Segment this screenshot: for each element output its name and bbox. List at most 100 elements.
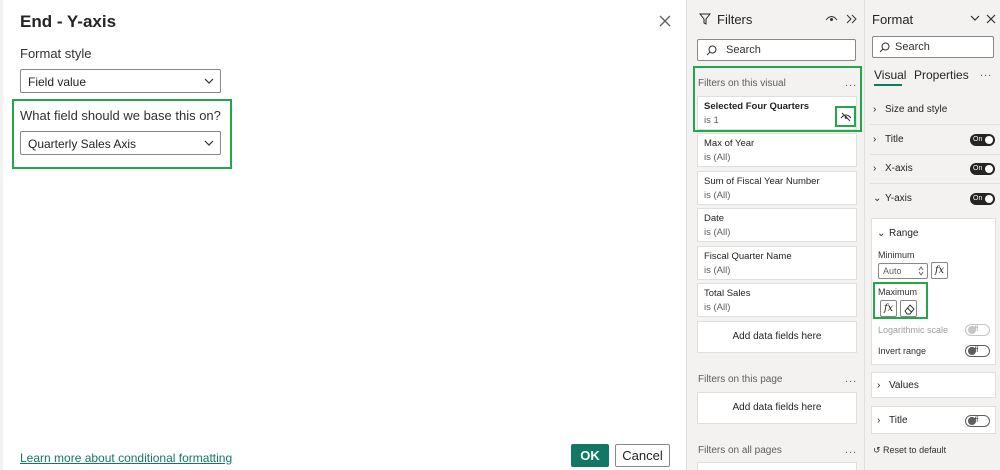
tab-visual[interactable]: Visual xyxy=(874,68,906,82)
title-sub-toggle[interactable]: Off xyxy=(965,415,990,427)
maximum-clear-button[interactable] xyxy=(900,300,917,317)
visual-filters-more-icon[interactable]: ... xyxy=(845,77,857,89)
chevron-right-icon: › xyxy=(873,163,877,174)
all-pages-add-data-fields[interactable] xyxy=(697,462,857,470)
chevron-right-icon: › xyxy=(873,134,877,145)
filter-icon xyxy=(699,13,711,25)
size-and-style-label: Size and style xyxy=(885,104,948,115)
conditional-format-dialog: End - Y-axis Format style Field value Wh… xyxy=(3,0,687,470)
chevron-down-icon xyxy=(204,78,214,84)
tab-properties[interactable]: Properties xyxy=(914,68,969,82)
y-axis-label: Y-axis xyxy=(885,193,912,204)
filter-value: is 1 xyxy=(704,115,719,126)
values-row[interactable]: › Values xyxy=(877,380,919,391)
filter-name: Selected Four Quarters xyxy=(704,101,810,112)
filter-card-max-of-year[interactable]: Max of Year is (All) xyxy=(697,133,857,167)
format-style-value: Field value xyxy=(28,75,87,89)
eye-icon[interactable] xyxy=(825,14,838,23)
eye-hidden-icon xyxy=(840,112,852,122)
log-scale-toggle[interactable]: Off xyxy=(965,324,990,336)
filter-name: Date xyxy=(704,213,725,224)
format-title: Format xyxy=(872,12,914,27)
chevron-right-icon: › xyxy=(877,380,881,391)
minimum-value: Auto xyxy=(883,266,902,276)
filter-card-sum-of-fiscal-year-number[interactable]: Sum of Fiscal Year Number is (All) xyxy=(697,171,857,205)
spinner-icon[interactable] xyxy=(918,266,924,276)
format-style-dropdown[interactable]: Field value xyxy=(20,69,221,93)
maximum-fx-button[interactable]: fx xyxy=(880,300,897,317)
format-pane: Format Search Visual Properties ... › Siz… xyxy=(866,0,1000,470)
invert-range-toggle[interactable]: Off xyxy=(965,345,990,357)
title-toggle[interactable]: On xyxy=(970,134,995,146)
chevron-right-icon: › xyxy=(877,415,881,426)
collapse-pane-icon[interactable] xyxy=(846,14,857,24)
filter-card-total-sales[interactable]: Total Sales is (All) xyxy=(697,283,857,317)
filter-value: is (All) xyxy=(704,227,731,238)
x-axis-toggle[interactable]: On xyxy=(970,163,995,175)
reset-to-default-button[interactable]: ↺ Reset to default xyxy=(873,445,946,456)
tab-visual-underline xyxy=(874,84,902,86)
filters-title: Filters xyxy=(717,12,753,27)
page-filters-more-icon[interactable]: ... xyxy=(845,373,857,385)
title-row-label: Title xyxy=(885,134,904,145)
size-and-style-row[interactable]: › Size and style xyxy=(873,104,947,115)
filters-on-all-pages-header: Filters on all pages xyxy=(698,445,782,456)
log-scale-label: Logarithmic scale xyxy=(878,325,949,335)
title-sub-row[interactable]: › Title xyxy=(877,415,908,426)
filter-name: Total Sales xyxy=(704,288,751,299)
minimum-spin-input[interactable]: Auto xyxy=(878,263,928,279)
format-more-icon[interactable]: ... xyxy=(980,67,992,79)
filter-value: is (All) xyxy=(704,265,731,276)
screen: End - Y-axis Format style Field value Wh… xyxy=(0,0,1000,470)
chevron-down-icon[interactable] xyxy=(970,15,980,22)
page-add-data-fields[interactable]: Add data fields here xyxy=(697,392,857,424)
format-search-input[interactable]: Search xyxy=(872,36,994,58)
filters-on-visual-header: Filters on this visual xyxy=(698,78,786,89)
base-field-dropdown[interactable]: Quarterly Sales Axis xyxy=(20,131,221,155)
title-sub-label: Title xyxy=(889,415,908,426)
y-axis-row[interactable]: ⌄ Y-axis xyxy=(873,193,912,204)
range-header[interactable]: ⌄ Range xyxy=(877,228,918,239)
x-axis-row[interactable]: › X-axis xyxy=(873,163,913,174)
base-field-value: Quarterly Sales Axis xyxy=(28,137,137,151)
divider xyxy=(870,154,1000,155)
format-style-label: Format style xyxy=(20,46,92,61)
chevron-down-icon xyxy=(204,140,214,146)
base-field-label: What field should we base this on? xyxy=(20,108,221,123)
filter-name: Fiscal Quarter Name xyxy=(704,251,792,262)
dialog-title: End - Y-axis xyxy=(20,12,117,31)
visual-add-data-fields[interactable]: Add data fields here xyxy=(697,321,857,353)
divider xyxy=(870,183,1000,184)
filter-value: is (All) xyxy=(704,190,731,201)
close-icon[interactable] xyxy=(657,13,673,29)
minimum-fx-button[interactable]: fx xyxy=(931,262,948,279)
x-axis-label: X-axis xyxy=(885,163,913,174)
search-icon xyxy=(879,42,890,53)
hidden-filter-highlight[interactable] xyxy=(835,106,856,127)
cancel-button[interactable]: Cancel xyxy=(615,444,670,467)
filter-card-selected-four-quarters[interactable]: Selected Four Quarters is 1 xyxy=(697,96,857,130)
eraser-icon xyxy=(903,304,915,315)
y-axis-toggle[interactable]: On xyxy=(970,193,995,205)
invert-range-label: Invert range xyxy=(878,346,927,356)
filter-card-fiscal-quarter-name[interactable]: Fiscal Quarter Name is (All) xyxy=(697,246,857,280)
title-row[interactable]: › Title xyxy=(873,134,904,145)
search-icon xyxy=(706,45,717,56)
filter-value: is (All) xyxy=(704,152,731,163)
filter-card-date[interactable]: Date is (All) xyxy=(697,208,857,242)
divider xyxy=(870,124,1000,125)
ok-button[interactable]: OK xyxy=(571,444,609,467)
learn-more-link[interactable]: Learn more about conditional formatting xyxy=(20,451,232,465)
reset-icon: ↺ xyxy=(873,445,884,455)
filters-search-input[interactable]: Search xyxy=(697,39,856,61)
chevron-down-icon: ⌄ xyxy=(873,193,882,204)
values-label: Values xyxy=(889,380,919,391)
range-label: Range xyxy=(889,228,919,239)
all-pages-filters-more-icon[interactable]: ... xyxy=(845,444,857,456)
filter-name: Max of Year xyxy=(704,138,755,149)
chevron-right-icon: › xyxy=(873,104,877,115)
maximum-label: Maximum xyxy=(878,287,918,297)
minimum-label: Minimum xyxy=(878,250,915,260)
reset-label: Reset to default xyxy=(883,445,947,455)
close-icon[interactable] xyxy=(986,14,996,24)
